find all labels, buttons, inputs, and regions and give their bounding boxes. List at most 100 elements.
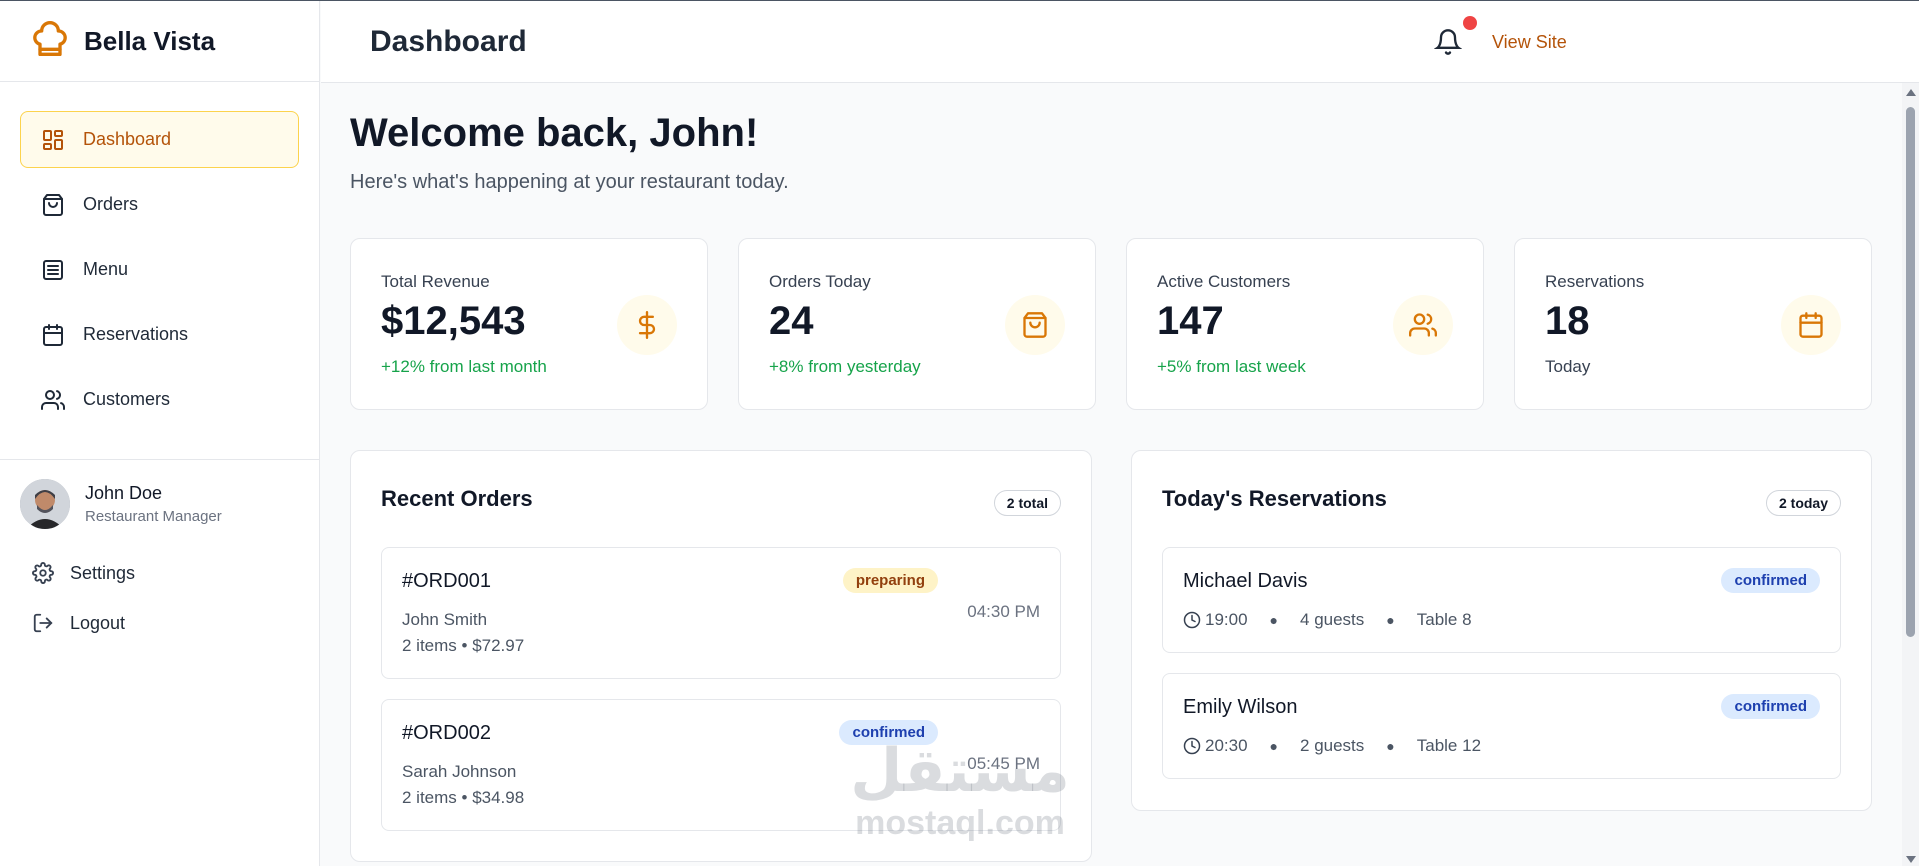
- stat-icon-wrap: [617, 295, 677, 355]
- order-id: #ORD001: [402, 570, 491, 592]
- separator-dot: ●: [1386, 738, 1395, 754]
- count-badge: 2 total: [993, 490, 1061, 516]
- recent-orders-panel: Recent Orders 2 total #ORD001 preparing …: [350, 450, 1092, 862]
- view-site-link[interactable]: View Site: [1492, 32, 1567, 53]
- calendar-icon: [1799, 312, 1823, 338]
- chef-hat-icon: [33, 21, 67, 56]
- stat-label: Orders Today: [769, 272, 871, 291]
- reservation-card[interactable]: Michael Davis confirmed 19:00 ● 4 guests…: [1162, 547, 1841, 653]
- order-card[interactable]: #ORD001 preparing John Smith 2 items • $…: [381, 547, 1061, 679]
- scroll-up-arrow[interactable]: [1906, 89, 1916, 96]
- vertical-scrollbar[interactable]: [1902, 83, 1919, 866]
- settings-label: Settings: [70, 562, 136, 583]
- stat-value: 147: [1157, 299, 1224, 343]
- user-profile[interactable]: John Doe Restaurant Manager: [20, 479, 222, 529]
- users-icon: [1409, 313, 1437, 337]
- reservation-time: 19:00: [1205, 610, 1248, 629]
- stat-card-reservations: Reservations 18 Today: [1514, 238, 1872, 410]
- stat-value: 18: [1545, 299, 1590, 343]
- brand-name: Bella Vista: [84, 25, 216, 56]
- notification-dot: [1463, 16, 1477, 30]
- shopping-bag-icon: [1023, 312, 1047, 338]
- order-card[interactable]: #ORD002 confirmed Sarah Johnson 2 items …: [381, 699, 1061, 831]
- sidebar-item-label: Dashboard: [83, 129, 172, 149]
- stat-card-customers: Active Customers 147 +5% from last week: [1126, 238, 1484, 410]
- settings-link[interactable]: Settings: [32, 562, 135, 584]
- scroll-thumb[interactable]: [1906, 107, 1915, 637]
- logout-label: Logout: [70, 612, 126, 633]
- reservations-panel: Today's Reservations 2 today Michael Dav…: [1131, 450, 1872, 811]
- reservation-table: Table 8: [1416, 610, 1472, 629]
- reservation-name: Michael Davis: [1183, 570, 1308, 592]
- scroll-down-arrow[interactable]: [1906, 856, 1916, 863]
- dashboard-icon: [43, 129, 63, 150]
- sidebar-item-label: Reservations: [83, 324, 189, 344]
- stat-label: Reservations: [1545, 272, 1645, 291]
- bell-icon[interactable]: [1434, 28, 1462, 56]
- stat-value: $12,543: [381, 299, 526, 343]
- order-customer: John Smith: [402, 610, 488, 629]
- avatar: [20, 479, 70, 529]
- status-badge: confirmed: [1721, 694, 1820, 719]
- order-time: 04:30 PM: [967, 602, 1040, 621]
- logout-link[interactable]: Logout: [32, 612, 125, 634]
- status-badge: confirmed: [1721, 568, 1820, 593]
- stat-change: +5% from last week: [1157, 357, 1306, 376]
- menu-list-icon: [43, 259, 63, 280]
- sidebar-item-menu[interactable]: Menu: [20, 241, 299, 298]
- order-time: 05:45 PM: [967, 754, 1040, 773]
- stat-card-revenue: Total Revenue $12,543 +12% from last mon…: [350, 238, 708, 410]
- sidebar-item-reservations[interactable]: Reservations: [20, 306, 299, 363]
- stat-change: +8% from yesterday: [769, 357, 921, 376]
- reservation-name: Emily Wilson: [1183, 696, 1298, 718]
- reservation-table: Table 12: [1416, 736, 1482, 755]
- sidebar-divider: [0, 459, 320, 460]
- separator-dot: ●: [1386, 612, 1395, 628]
- reservation-meta: 19:00 ● 4 guests ● Table 8: [1183, 610, 1472, 630]
- user-role: Restaurant Manager: [85, 508, 222, 525]
- stat-icon-wrap: [1393, 295, 1453, 355]
- calendar-icon: [43, 323, 63, 346]
- gear-icon: [32, 562, 54, 584]
- sidebar-item-customers[interactable]: Customers: [20, 371, 299, 428]
- reservation-time: 20:30: [1205, 736, 1248, 755]
- separator-dot: ●: [1269, 612, 1279, 628]
- welcome-subtitle: Here's what's happening at your restaura…: [350, 171, 789, 193]
- count-badge: 2 today: [1765, 490, 1841, 516]
- sidebar-item-label: Menu: [83, 259, 129, 279]
- clock-icon: [1183, 737, 1201, 755]
- status-badge: confirmed: [839, 720, 938, 745]
- reservation-meta: 20:30 ● 2 guests ● Table 12: [1183, 736, 1481, 756]
- order-details: 2 items • $34.98: [402, 788, 525, 807]
- reservation-card[interactable]: Emily Wilson confirmed 20:30 ● 2 guests …: [1162, 673, 1841, 779]
- top-header: Dashboard: [321, 1, 1919, 83]
- users-icon: [41, 389, 65, 410]
- sidebar-item-orders[interactable]: Orders: [20, 176, 299, 233]
- panel-title: Today's Reservations: [1162, 486, 1387, 511]
- stat-change: Today: [1545, 357, 1591, 376]
- reservation-guests: 2 guests: [1300, 736, 1365, 755]
- sidebar-item-label: Customers: [83, 389, 171, 409]
- stat-icon-wrap: [1781, 295, 1841, 355]
- dollar-icon: [638, 311, 656, 339]
- sidebar-item-dashboard[interactable]: Dashboard: [20, 111, 299, 168]
- stat-change: +12% from last month: [381, 357, 547, 376]
- order-id: #ORD002: [402, 722, 491, 744]
- stat-label: Total Revenue: [381, 272, 490, 291]
- sidebar: Bella Vista Dashboard Orders Menu Reserv…: [0, 1, 320, 866]
- clock-icon: [1183, 611, 1201, 629]
- stat-icon-wrap: [1005, 295, 1065, 355]
- shopping-bag-icon: [43, 193, 63, 216]
- order-details: 2 items • $72.97: [402, 636, 525, 655]
- user-name: John Doe: [85, 483, 163, 503]
- separator-dot: ●: [1269, 738, 1279, 754]
- stat-value: 24: [769, 299, 814, 343]
- logout-icon: [33, 613, 53, 633]
- sidebar-item-label: Orders: [83, 194, 139, 214]
- welcome-heading: Welcome back, John!: [350, 111, 759, 155]
- order-customer: Sarah Johnson: [402, 762, 517, 781]
- brand[interactable]: Bella Vista: [0, 1, 319, 82]
- stat-label: Active Customers: [1157, 272, 1291, 291]
- page-title: Dashboard: [370, 25, 527, 58]
- reservation-guests: 4 guests: [1300, 610, 1365, 629]
